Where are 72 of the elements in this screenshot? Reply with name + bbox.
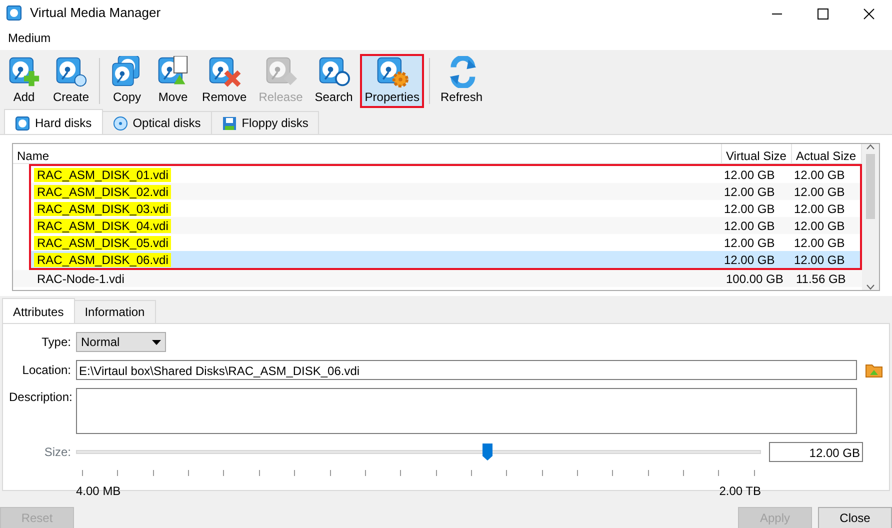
tab[interactable]: Attributes — [2, 298, 75, 323]
table-cell: RAC_ASM_DISK_02.vdi — [34, 184, 172, 198]
table-row[interactable]: RAC_ASM_DISK_02.vdi 12.00 GB 12.00 GB — [31, 183, 860, 200]
table-row[interactable]: RAC_ASM_DISK_05.vdi 12.00 GB 12.00 GB — [31, 234, 860, 251]
table-cell: RAC_ASM_DISK_01.vdi — [34, 168, 172, 182]
tab[interactable]: Floppy disks — [210, 111, 320, 134]
table-row[interactable]: RAC_ASM_DISK_04.vdi 12.00 GB 12.00 GB — [31, 217, 860, 234]
location-field[interactable]: E:\Virtaul box\Shared Disks\RAC_ASM_DISK_06.vdi — [76, 360, 857, 380]
table-cell-text: 12.00 GB — [723, 252, 776, 268]
table-cell-text: 12.00 GB — [793, 252, 846, 268]
slider-thumb[interactable] — [482, 443, 493, 461]
toolbar-button[interactable]: Copy — [105, 54, 150, 108]
description-field[interactable] — [76, 388, 857, 434]
table-row[interactable]: RAC_ASM_DISK_01.vdi 12.00 GB 12.00 GB — [31, 166, 860, 183]
field-label: Location: — [21, 362, 71, 379]
folder-icon[interactable] — [865, 362, 883, 378]
tab[interactable]: Hard disks — [4, 109, 103, 134]
app-icon — [6, 5, 22, 21]
scroll-down-icon — [866, 284, 875, 290]
table-row[interactable]: RAC_ASM_DISK_03.vdi 12.00 GB 12.00 GB — [31, 200, 860, 217]
table-row[interactable]: RAC_ASM_DISK_06.vdi 12.00 GB 12.00 GB — [31, 251, 860, 268]
size-field[interactable]: 12.00 GB — [769, 442, 863, 462]
scrollbar-thumb[interactable] — [866, 154, 875, 219]
optical-disc-icon — [112, 116, 128, 130]
column-header[interactable]: Virtual Size — [722, 144, 792, 163]
toolbar-button[interactable]: Remove — [197, 54, 252, 108]
table-cell: RAC_ASM_DISK_06.vdi — [34, 252, 172, 266]
maximize-icon[interactable] — [815, 6, 831, 22]
toolbar-button[interactable]: Properties — [360, 54, 424, 108]
table-cell: RAC_ASM_DISK_03.vdi — [34, 202, 172, 216]
column-header[interactable]: Name — [13, 144, 722, 163]
table-row[interactable]: RAC-Node-1.vdi 100.00 GB 11.56 GB — [13, 270, 862, 287]
field-label: Size: — [43, 444, 71, 461]
table-cell-text: 12.00 GB — [723, 166, 776, 184]
scrollbar[interactable] — [862, 144, 879, 290]
dialog-button[interactable]: Close — [818, 507, 892, 528]
window-title: Virtual Media Manager — [30, 4, 162, 22]
field-label: Type: — [40, 334, 71, 351]
table-cell-text: 12.00 GB — [793, 234, 846, 252]
disk-create-icon — [54, 56, 88, 88]
scroll-up-icon — [866, 144, 875, 150]
table-cell-text: 100.00 GB — [725, 270, 784, 288]
table-cell-text: 12.00 GB — [723, 218, 776, 234]
table-cell-text: 11.56 GB — [795, 270, 847, 288]
toolbar-button[interactable]: Add — [2, 54, 46, 108]
close-icon[interactable] — [861, 6, 877, 22]
disk-search-icon — [316, 56, 351, 88]
toolbar-button[interactable]: Search — [310, 54, 358, 108]
table-cell: RAC_ASM_DISK_04.vdi — [34, 218, 172, 232]
disk-add-icon — [7, 56, 41, 88]
table-cell-text: RAC-Node-1.vdi — [36, 272, 126, 286]
disk-gear-icon — [375, 56, 410, 88]
table-cell-text: 12.00 GB — [723, 234, 776, 252]
toolbar-button[interactable]: Refresh — [435, 54, 488, 108]
toolbar-button[interactable]: Move — [151, 54, 196, 108]
caret-icon — [152, 340, 161, 344]
menu-item[interactable]: Medium — [4, 29, 55, 47]
table-cell-text: 12.00 GB — [793, 218, 846, 234]
field-label: Description: — [9, 389, 71, 406]
type-dropdown[interactable]: Normal — [76, 332, 166, 352]
table-cell-text: 12.00 GB — [723, 200, 776, 218]
table-cell-text: 12.00 GB — [793, 184, 846, 200]
tab[interactable]: Information — [74, 300, 156, 323]
table-cell-text: 12.00 GB — [793, 166, 846, 184]
disk-release-icon — [264, 56, 298, 88]
table-cell-text: 12.00 GB — [793, 200, 846, 218]
toolbar-button[interactable]: Create — [48, 54, 94, 108]
table-cell: RAC_ASM_DISK_05.vdi — [34, 236, 172, 250]
axis-label: 4.00 MB — [76, 483, 121, 500]
disk-remove-icon — [207, 56, 242, 88]
axis-label: 2.00 TB — [719, 483, 761, 500]
table-cell-text: 12.00 GB — [723, 184, 776, 200]
